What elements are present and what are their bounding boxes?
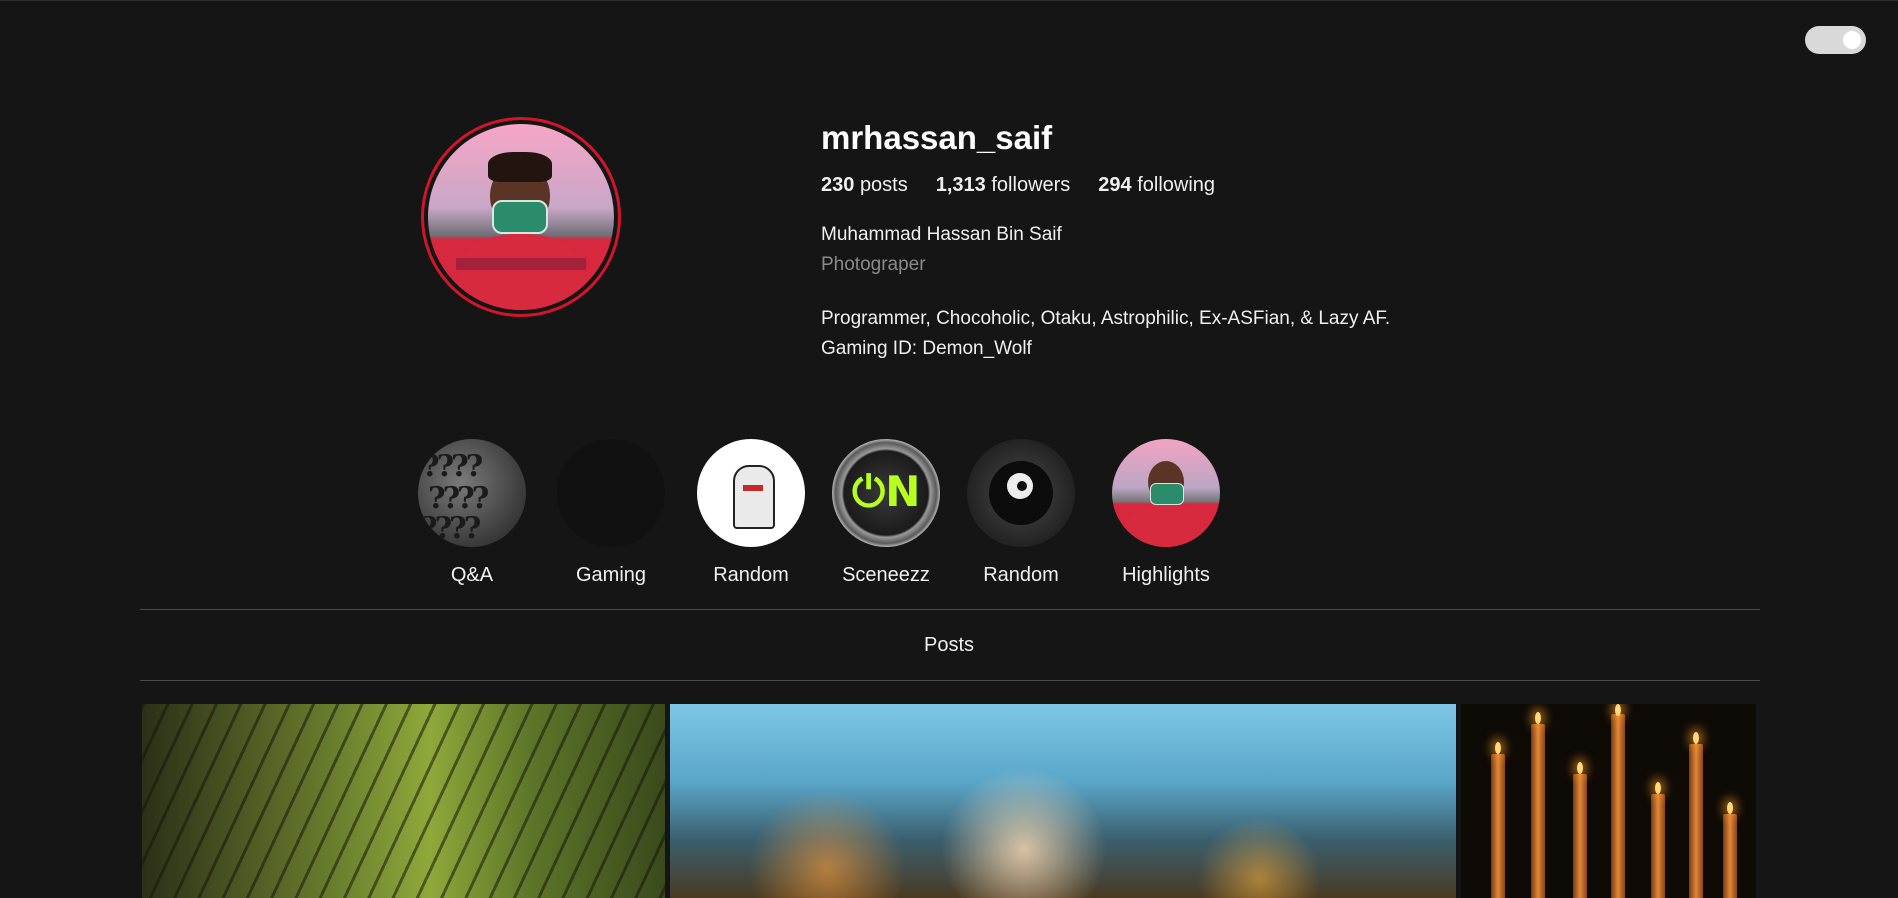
username: mrhassan_saif — [821, 119, 1053, 156]
highlight-gaming[interactable]: Gaming — [551, 439, 671, 587]
highlight-random-2[interactable]: Random — [961, 439, 1081, 587]
highlight-gaming-cover — [557, 439, 665, 547]
posts-label: posts — [859, 174, 908, 196]
tab-posts[interactable]: Posts — [0, 634, 1898, 657]
highlight-label: Random — [983, 564, 1059, 586]
followers-count: 1,313 — [935, 174, 986, 196]
avatar-photo — [428, 124, 614, 310]
profile-avatar[interactable] — [421, 117, 621, 317]
highlight-qa-cover: ???? ???? ???? — [418, 439, 526, 547]
profile-bio: Programmer, Chocoholic, Otaku, Astrophil… — [821, 304, 1390, 364]
divider — [140, 680, 1760, 681]
bio-line: Programmer, Chocoholic, Otaku, Astrophil… — [821, 308, 1391, 329]
highlight-random-2-cover — [967, 439, 1075, 547]
divider — [140, 609, 1760, 610]
theme-toggle[interactable] — [1805, 26, 1866, 54]
post-forest-path[interactable] — [142, 704, 665, 898]
followers-label: followers — [991, 174, 1071, 196]
following-label: following — [1137, 174, 1216, 196]
posts-stat[interactable]: 230 posts — [821, 174, 908, 197]
highlight-random-cover — [697, 439, 805, 547]
highlight-label: Random — [713, 564, 789, 586]
highlight-sceneezz-cover: ⏻N — [832, 439, 940, 547]
highlight-label: Sceneezz — [842, 564, 930, 586]
top-border — [0, 0, 1898, 1]
profile-category: Photograper — [821, 254, 926, 275]
bio-line: Gaming ID: Demon_Wolf — [821, 338, 1032, 359]
highlight-random[interactable]: Random — [691, 439, 811, 587]
highlight-highlights[interactable]: Highlights — [1106, 439, 1226, 587]
toggle-knob — [1843, 31, 1861, 49]
profile-stats: 230 posts 1,313 followers 294 following — [821, 174, 1215, 197]
followers-stat[interactable]: 1,313 followers — [936, 174, 1071, 197]
power-on-icon: ⏻N — [852, 467, 921, 516]
highlight-label: Q&A — [450, 564, 494, 586]
full-name: Muhammad Hassan Bin Saif — [821, 224, 1062, 245]
highlight-label: Highlights — [1122, 564, 1210, 586]
posts-count: 230 — [821, 174, 855, 196]
highlight-highlights-cover — [1112, 439, 1220, 547]
following-stat[interactable]: 294 following — [1098, 174, 1215, 197]
highlight-sceneezz[interactable]: ⏻N Sceneezz — [826, 439, 946, 587]
post-rainy-window[interactable] — [670, 704, 1456, 898]
following-count: 294 — [1098, 174, 1132, 196]
post-candles[interactable] — [1461, 704, 1756, 898]
highlight-qa[interactable]: ???? ???? ???? Q&A — [412, 439, 532, 587]
highlight-label: Gaming — [575, 564, 647, 586]
